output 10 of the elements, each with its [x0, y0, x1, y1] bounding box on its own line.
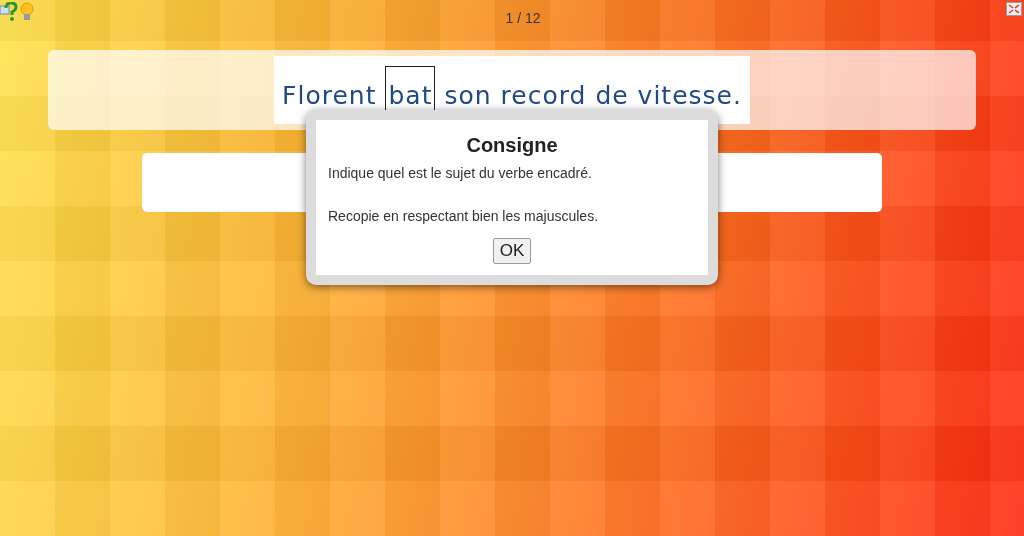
ok-button[interactable]: OK — [492, 238, 532, 264]
instruction-text: Indique quel est le sujet du verbe encadré. — [328, 165, 592, 181]
sentence-text: son record de vitesse. — [444, 81, 742, 110]
instruction-text: Recopie en respectant bien les majuscules. — [328, 208, 599, 224]
lightbulb-icon[interactable] — [20, 2, 34, 22]
help-icon[interactable] — [0, 2, 18, 22]
sentence-text: Florent — [282, 81, 377, 110]
fullscreen-icon[interactable] — [1006, 2, 1022, 16]
question-counter: 1 / 12 — [505, 10, 541, 26]
dialog-title: Consigne — [466, 134, 558, 157]
